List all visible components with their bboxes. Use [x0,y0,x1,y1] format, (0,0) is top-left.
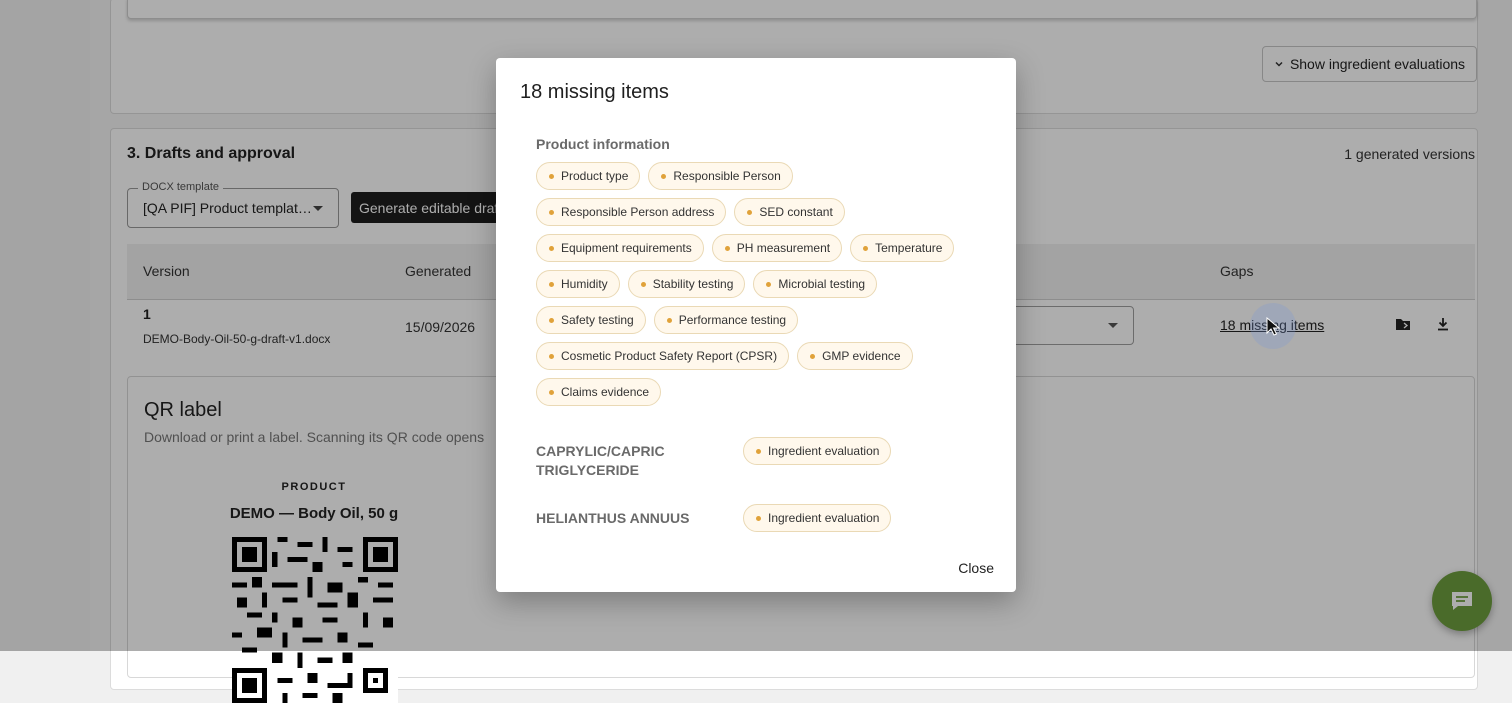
chip-label: Claims evidence [561,385,650,399]
missing-item-chip: PH measurement [711,234,843,262]
missing-item-chip: Safety testing [536,306,646,334]
status-dot-icon [549,317,554,323]
status-dot-icon [661,173,667,179]
status-dot-icon [666,317,672,323]
missing-item-chip: GMP evidence [797,342,913,370]
missing-item-chip: Cosmetic Product Safety Report (CPSR) [536,342,790,370]
chip-label: Stability testing [652,277,734,291]
status-dot-icon [756,515,761,521]
chip-label: PH measurement [736,241,831,255]
status-dot-icon [549,353,554,359]
chip-label: Safety testing [561,313,634,327]
chip-label: Equipment requirements [561,241,692,255]
missing-item-chip: Claims evidence [536,378,662,406]
chip-label: Cosmetic Product Safety Report (CPSR) [561,349,778,363]
chip-label: SED constant [759,205,833,219]
status-dot-icon [549,281,554,287]
ingredient-name: HELIANTHUS ANNUUS [536,510,690,526]
missing-items-list: Product type Responsible Person Responsibl… [536,162,966,406]
missing-item-chip: Product type [536,162,641,190]
status-dot-icon [549,389,554,395]
chip-label: Ingredient evaluation [768,511,880,525]
status-dot-icon [549,245,554,251]
missing-items-dialog: 18 missing items Product information Pro… [496,58,1016,592]
chip-label: Microbial testing [778,277,866,291]
chip-label: GMP evidence [822,349,901,363]
chip-label: Temperature [875,241,943,255]
status-dot-icon [747,209,753,215]
status-dot-icon [810,353,816,359]
chip-label: Responsible Person address [561,205,715,219]
status-dot-icon [640,281,646,287]
status-dot-icon [756,448,761,454]
chip-label: Product type [561,169,629,183]
ingredient-name: CAPRYLIC/CAPRIC TRIGLYCERIDE [536,443,665,478]
ingredient-row: HELIANTHUS ANNUUS Ingredient evaluation [536,504,986,532]
status-dot-icon [549,209,554,215]
status-dot-icon [863,245,869,251]
dialog-body[interactable]: Product information Product type Responsi… [536,131,986,539]
status-dot-icon [766,281,772,287]
chip-label: Performance testing [678,313,787,327]
close-button[interactable]: Close [958,560,994,576]
missing-item-chip: Ingredient evaluation [743,437,892,465]
ingredient-row: CAPRYLIC/CAPRIC TRIGLYCERIDE Ingredient … [536,437,986,480]
missing-item-chip: Performance testing [653,306,799,334]
group-label: Product information [536,136,670,152]
missing-item-chip: SED constant [734,198,845,226]
missing-item-chip: Microbial testing [753,270,878,298]
missing-item-chip: Responsible Person address [536,198,727,226]
missing-item-chip: Temperature [850,234,955,262]
dialog-title: 18 missing items [520,81,669,103]
missing-item-chip: Responsible Person [648,162,793,190]
missing-item-chip: Equipment requirements [536,234,704,262]
status-dot-icon [549,173,554,179]
chip-label: Humidity [561,277,608,291]
missing-item-chip: Stability testing [627,270,746,298]
chip-label: Responsible Person [673,169,781,183]
missing-item-chip: Ingredient evaluation [743,504,892,532]
missing-item-chip: Humidity [536,270,620,298]
cursor-icon [1265,316,1283,342]
status-dot-icon [724,245,730,251]
chip-label: Ingredient evaluation [768,444,880,458]
